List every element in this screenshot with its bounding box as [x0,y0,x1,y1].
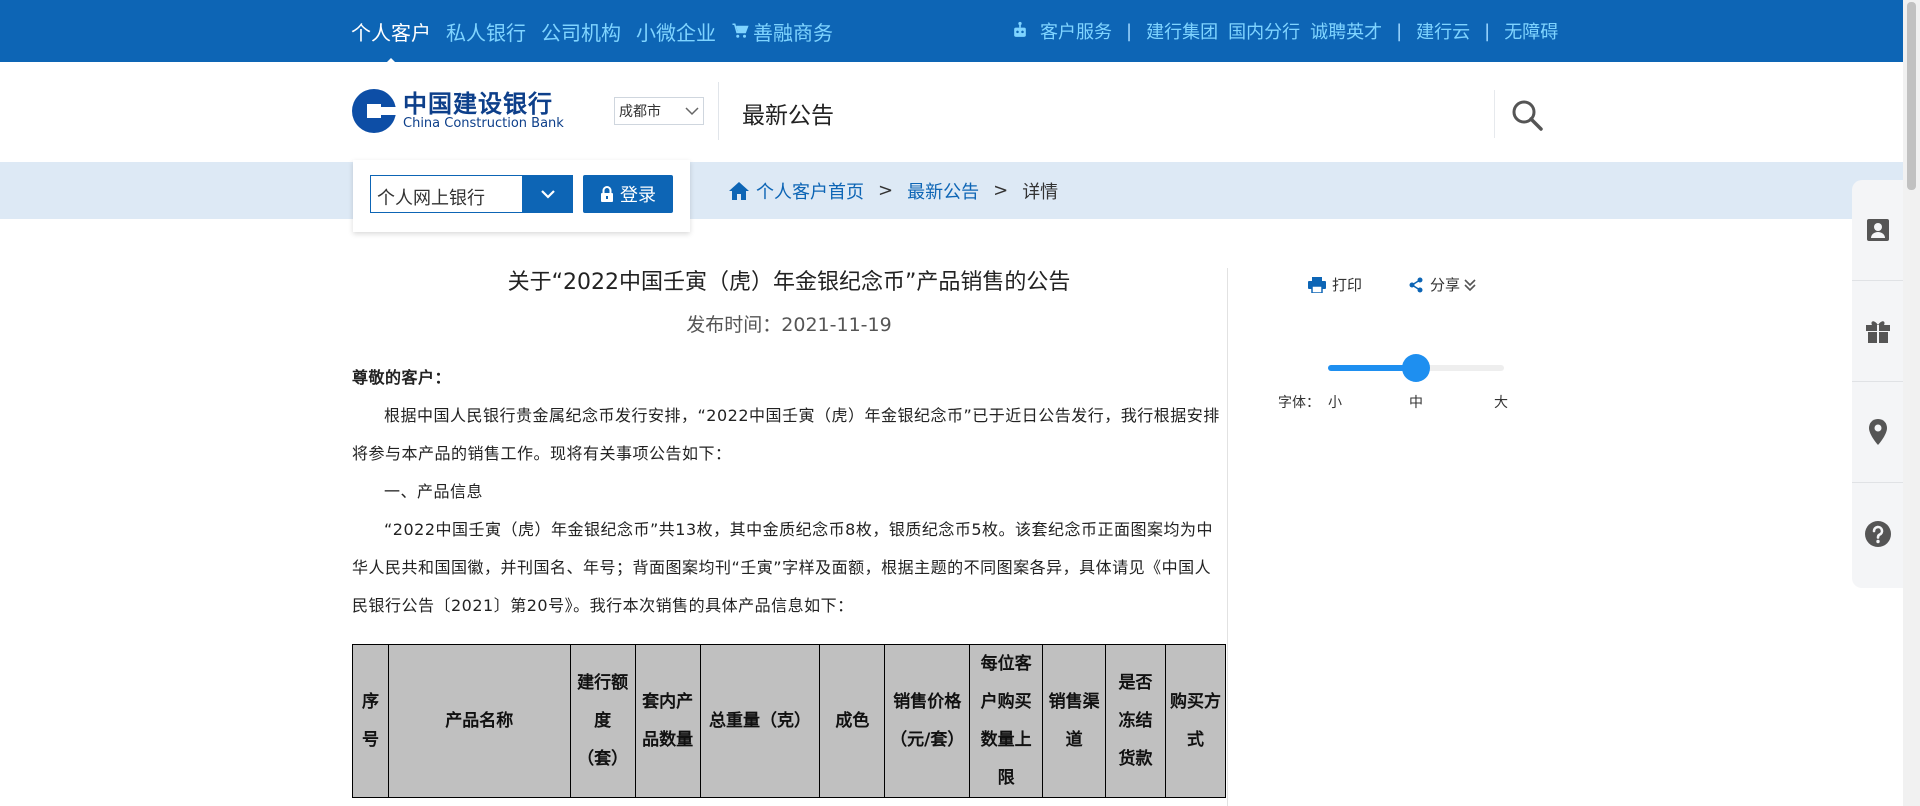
side-float-menu [1852,180,1903,588]
article-section-heading: 一、产品信息 [384,482,484,501]
print-button[interactable]: 打印 [1308,274,1362,295]
article-title: 关于“2022中国壬寅（虎）年金银纪念币”产品销售的公告 [507,270,1071,295]
ccb-cloud-link[interactable]: 建行云 [1416,18,1470,44]
online-bank-dropdown-button[interactable] [523,175,573,213]
careers-link[interactable]: 诚聘英才 [1310,18,1382,44]
col-method: 购买方式 [1164,644,1227,798]
ccb-logo-icon [352,89,397,133]
side-location-button[interactable] [1852,382,1903,483]
col-index: 序号 [352,644,389,798]
accessibility-link[interactable]: 无障碍 [1504,18,1558,44]
breadcrumb-current: 详情 [1022,181,1059,203]
page-section-title: 最新公告 [742,103,834,129]
city-select[interactable]: 成都市 [614,97,704,125]
printer-icon [1308,276,1326,293]
article-paragraph: 根据中国人民银行贵金属纪念币发行安排，“2022中国壬寅（虎）年金银纪念币”已于… [352,406,1220,463]
home-icon [729,181,749,200]
font-medium-option[interactable]: 中 [1409,392,1423,412]
divider: | [1126,20,1133,42]
utility-nav: 客户服务 | 建行集团 国内分行 诚聘英才 | 建行云 | 无障碍 [1010,0,1558,62]
logo-chinese: 中国建设银行 [403,90,553,118]
site-header: 中国建设银行 China Construction Bank 成都市 最新公告 [0,62,1903,162]
domestic-branch-link[interactable]: 国内分行 [1228,18,1300,44]
side-gift-button[interactable] [1852,281,1903,382]
col-price: 销售价格（元/套） [884,644,971,798]
login-panel: 个人网上银行 登录 [353,160,690,232]
article-paragraph: “2022中国壬寅（虎）年金银纪念币”共13枚，其中金质纪念币8枚，银质纪念币5… [352,520,1214,615]
side-help-button[interactable] [1852,483,1903,584]
gift-icon [1865,321,1890,343]
cart-icon [732,23,749,38]
help-icon [1864,520,1891,547]
col-freeze: 是否冻结货款 [1105,644,1166,798]
col-quota: 建行额度（套） [569,644,636,798]
nav-shanrong[interactable]: 善融商务 [731,17,833,46]
double-chevron-down-icon [1464,278,1476,291]
breadcrumb: 个人客户首页 > 最新公告 > 详情 [728,162,1058,219]
share-button[interactable]: 分享 [1408,274,1484,295]
robot-icon [1010,21,1030,41]
font-label: 字体： [1278,395,1320,411]
nav-shanrong-label: 善融商务 [753,20,833,45]
font-size-slider[interactable] [1328,354,1504,382]
nav-small-business[interactable]: 小微企业 [636,17,716,46]
col-weight: 总重量（克） [699,644,821,798]
divider: | [1396,20,1403,42]
col-product-name: 产品名称 [387,644,571,798]
login-button[interactable]: 登录 [583,175,673,213]
article-body: 尊敬的客户： 根据中国人民银行贵金属纪念币发行安排，“2022中国壬寅（虎）年金… [352,359,1226,625]
font-small-option[interactable]: 小 [1328,392,1342,412]
login-button-label: 登录 [620,185,656,206]
customer-service-link[interactable]: 客户服务 [1040,18,1112,44]
print-label: 打印 [1332,276,1363,294]
lock-icon [601,186,613,202]
chevron-down-icon [541,190,555,199]
col-fineness: 成色 [819,644,886,798]
nav-corporate[interactable]: 公司机构 [541,17,621,46]
online-bank-select[interactable]: 个人网上银行 [370,175,523,213]
divider [1227,268,1228,806]
announcement-article: 关于“2022中国壬寅（虎）年金银纪念币”产品销售的公告 发布时间：2021-1… [352,268,1226,625]
col-channel: 销售渠道 [1042,644,1107,798]
logo-english: China Construction Bank [403,116,564,131]
divider: | [1484,20,1491,42]
scrollbar-thumb[interactable] [1907,2,1916,190]
breadcrumb-home-link[interactable]: 个人客户首页 [756,178,864,204]
col-limit: 每位客户购买数量上限 [969,644,1044,798]
breadcrumb-separator: > [993,180,1009,201]
contact-card-icon [1866,219,1889,241]
nav-private-banking[interactable]: 私人银行 [446,17,526,46]
top-nav-bar: 个人客户 私人银行 公司机构 小微企业 善融商务 客户服务 | 建行集团 国内分… [0,0,1903,67]
product-table: 序号 产品名称 建行额度（套） 套内产品数量 总重量（克） 成色 销售价格（元/… [352,644,1227,798]
customer-type-nav: 个人客户 私人银行 公司机构 小微企业 善融商务 [351,0,848,67]
table-header-row: 序号 产品名称 建行额度（套） 套内产品数量 总重量（克） 成色 销售价格（元/… [352,644,1227,798]
location-icon [1868,419,1887,445]
divider [718,82,719,140]
page-scrollbar[interactable] [1903,0,1920,806]
article-greeting: 尊敬的客户： [352,368,452,387]
col-pieces: 套内产品数量 [634,644,701,798]
search-icon[interactable] [1510,98,1544,132]
divider [1494,90,1495,138]
breadcrumb-separator: > [878,180,894,201]
share-icon [1409,277,1423,292]
chevron-down-icon [685,107,699,116]
ccb-logo[interactable]: 中国建设银行 China Construction Bank [351,88,564,134]
city-value: 成都市 [619,104,661,120]
font-large-option[interactable]: 大 [1494,392,1508,412]
font-size-slider-thumb[interactable] [1402,354,1430,382]
breadcrumb-section-link[interactable]: 最新公告 [907,178,979,204]
ccb-group-link[interactable]: 建行集团 [1146,18,1218,44]
share-label: 分享 [1430,276,1461,294]
side-contact-button[interactable] [1852,180,1903,281]
nav-personal[interactable]: 个人客户 [351,17,431,67]
article-date: 发布时间：2021-11-19 [686,314,892,336]
